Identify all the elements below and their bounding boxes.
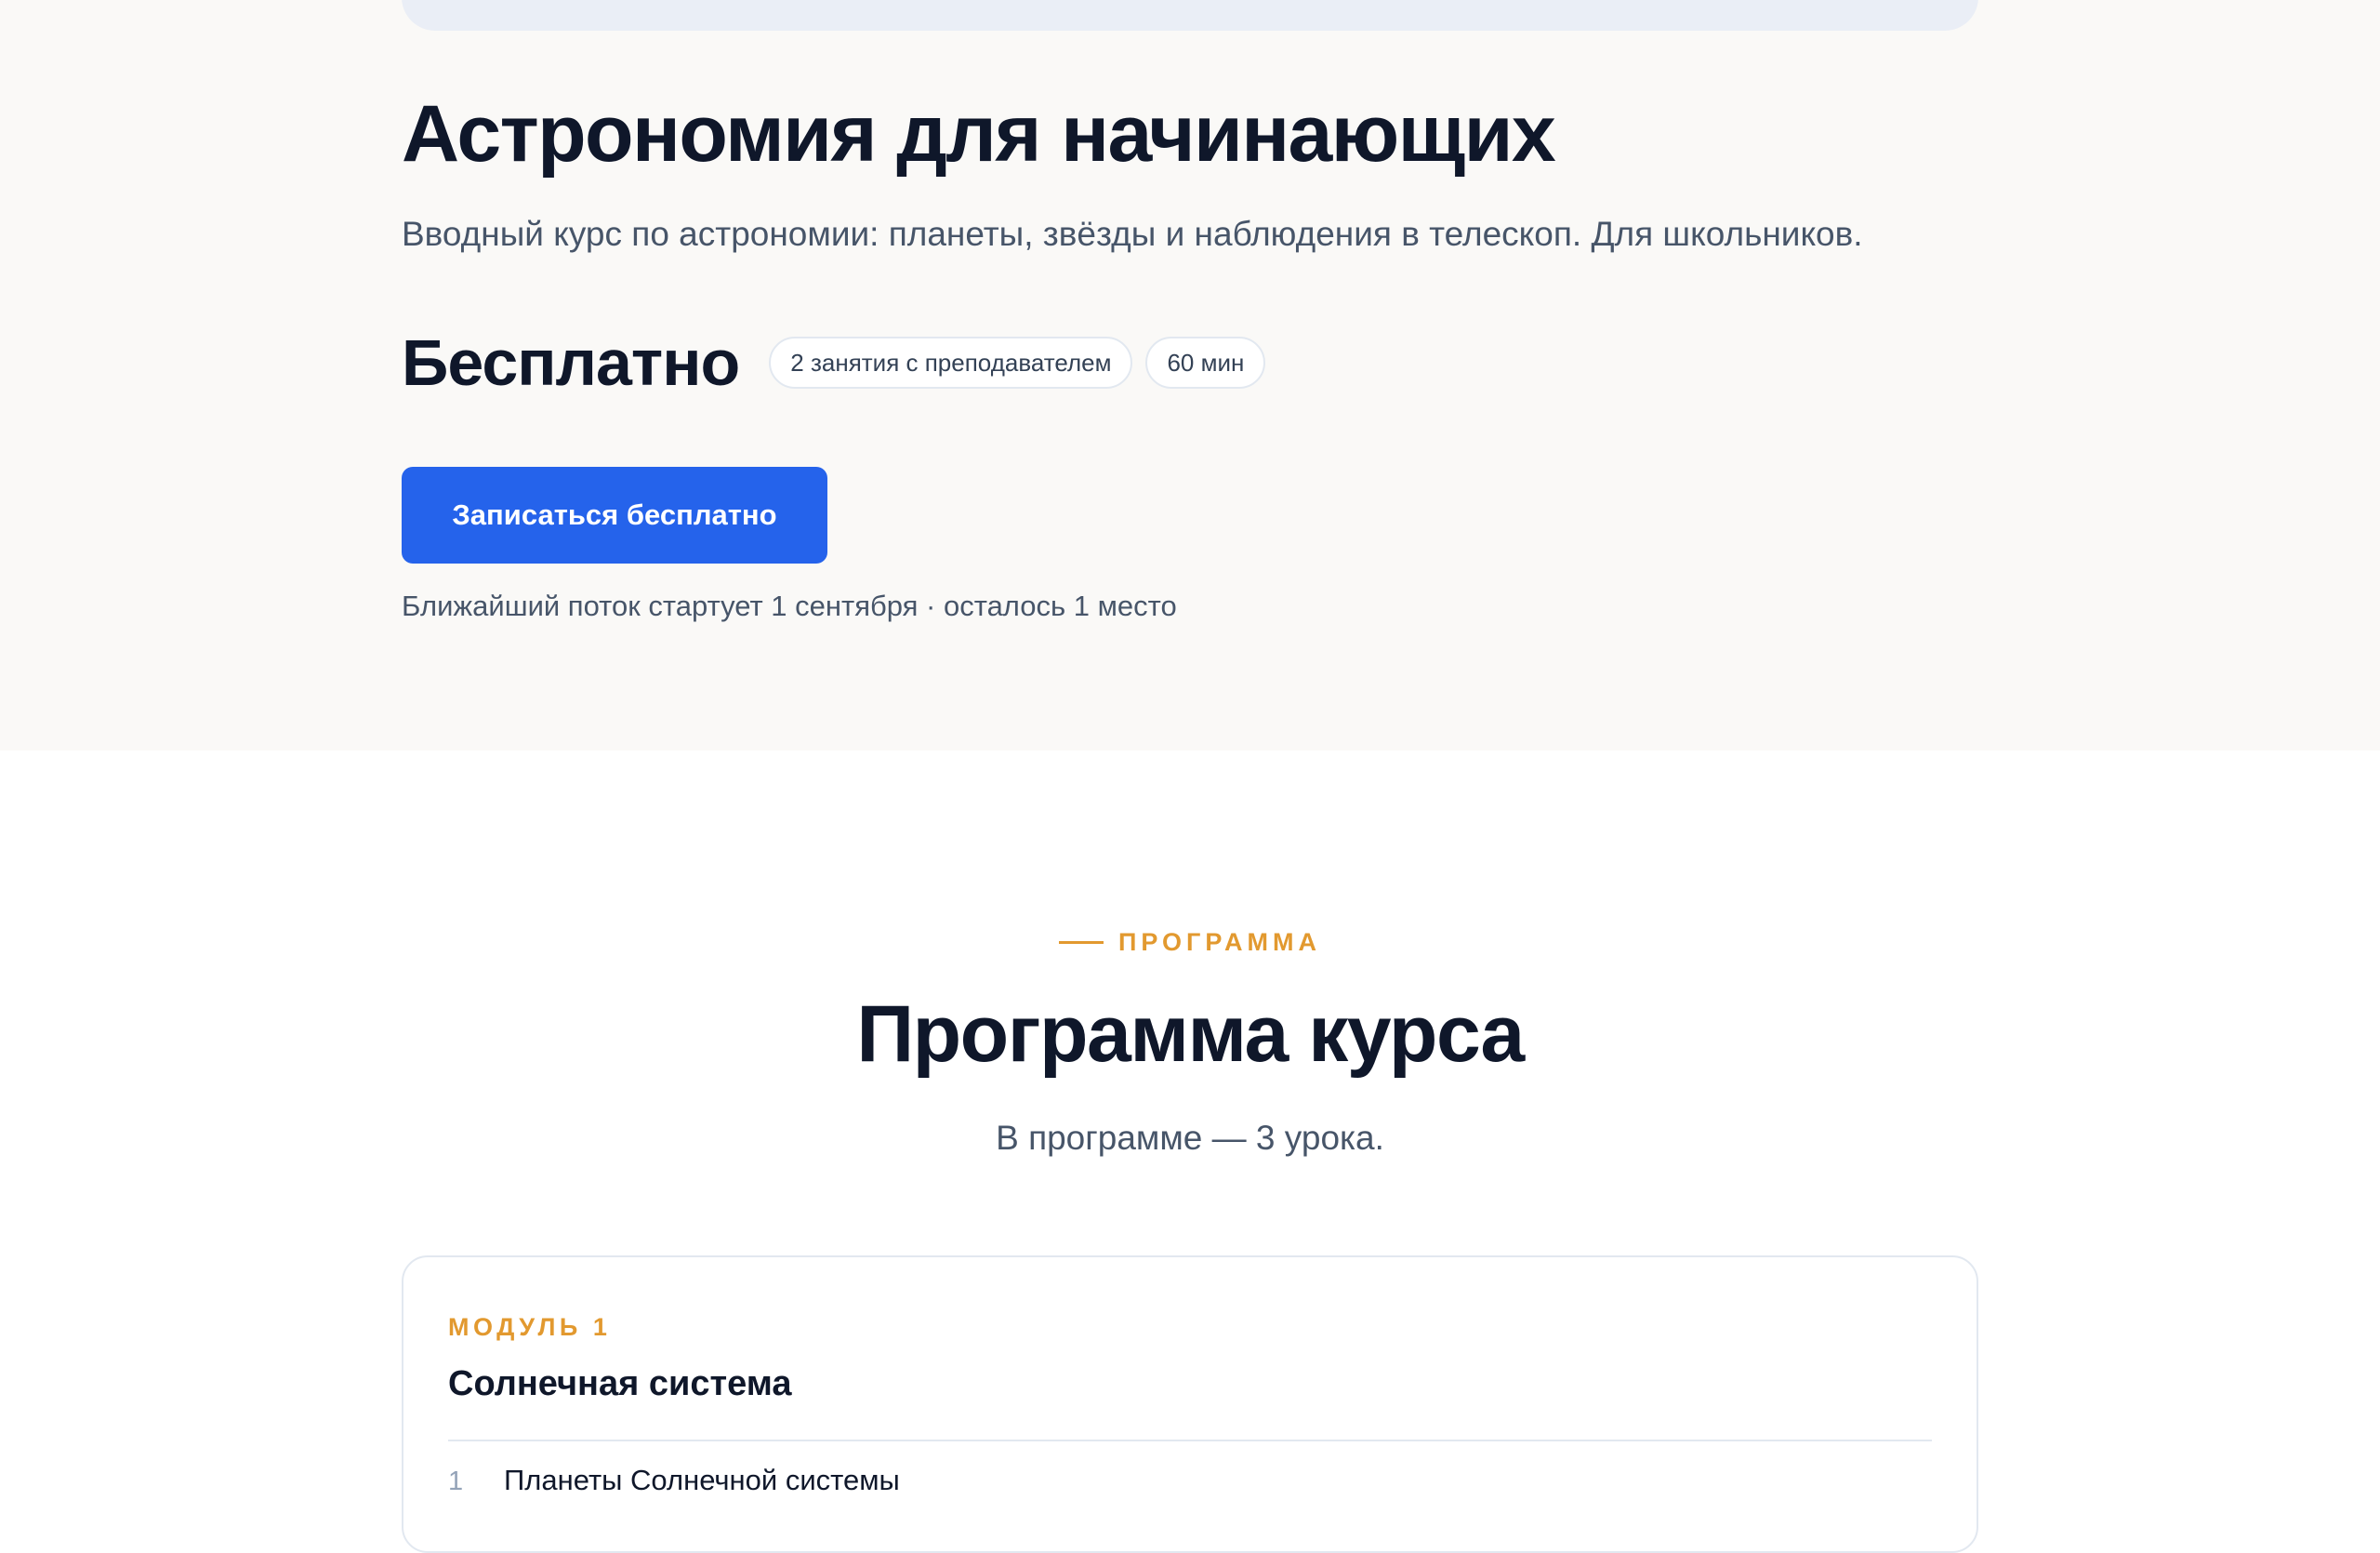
program-eyebrow: ПРОГРАММА <box>0 928 2380 957</box>
course-price: Бесплатно <box>402 326 740 399</box>
eyebrow-line <box>1059 941 1104 944</box>
lesson-item: 1 Планеты Солнечной системы <box>448 1464 900 1497</box>
program-subtitle: В программе — 3 урока. <box>996 1119 1384 1157</box>
eyebrow-label: ПРОГРАММА <box>1118 928 1321 956</box>
lessons-count-chip: 2 занятия с преподавателем <box>769 337 1133 389</box>
duration-chip: 60 мин <box>1145 337 1266 389</box>
enroll-free-button[interactable]: Записаться бесплатно <box>402 467 827 564</box>
program-title: Программа курса <box>856 989 1525 1079</box>
course-title: Астрономия для начинающих <box>402 89 1556 179</box>
course-description: Вводный курс по астрономии: планеты, звё… <box>402 215 1863 253</box>
price-row: Бесплатно 2 занятия с преподавателем 60 … <box>402 316 1266 409</box>
lesson-number: 1 <box>448 1467 464 1496</box>
next-stream-info: Ближайший поток стартует 1 сентября · ос… <box>402 590 1177 622</box>
course-hero: Астрономия для начинающих Вводный курс п… <box>0 0 2380 750</box>
module-card: МОДУЛЬ 1 Солнечная система 1 Планеты Сол… <box>402 1255 1978 1553</box>
module-label: МОДУЛЬ 1 <box>448 1313 612 1341</box>
module-title: Солнечная система <box>448 1364 792 1403</box>
course-cover-image <box>402 0 1978 31</box>
module-divider <box>448 1440 1932 1441</box>
lesson-title: Планеты Солнечной системы <box>504 1464 900 1496</box>
